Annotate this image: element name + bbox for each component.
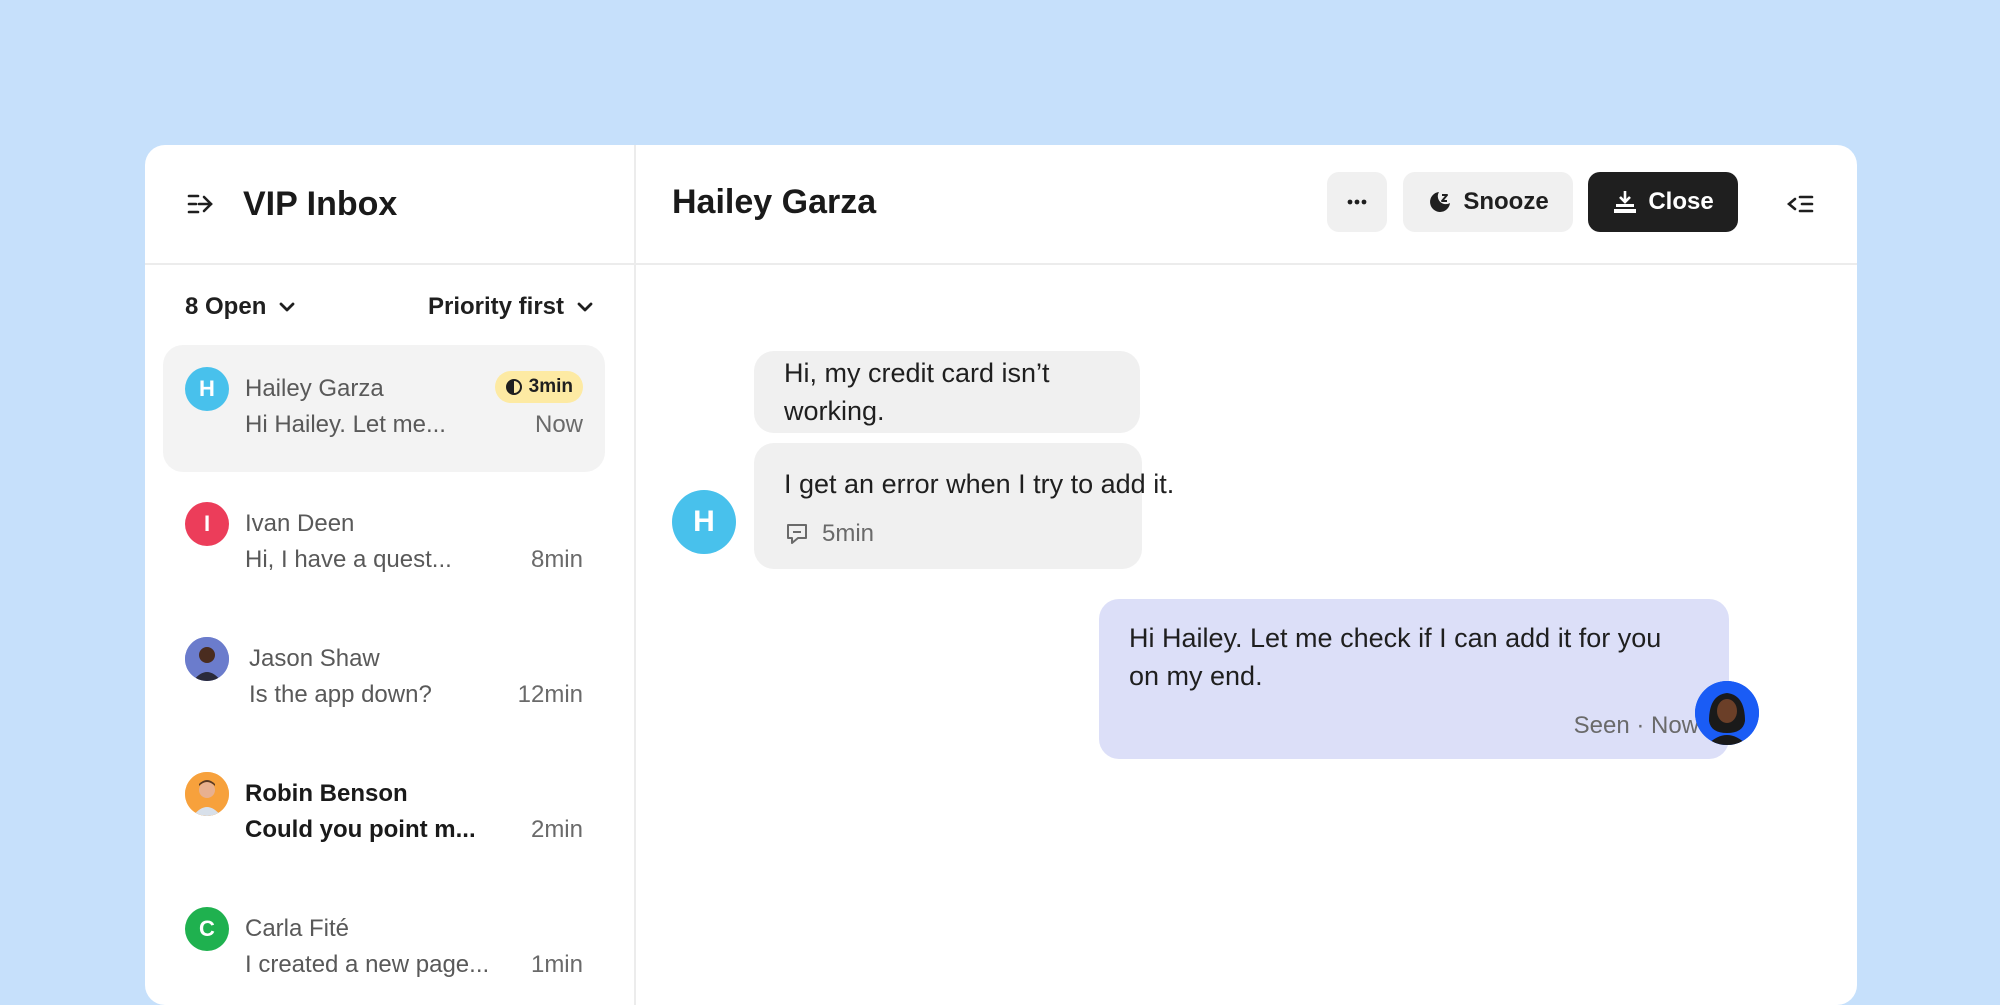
message-status: Seen · Now xyxy=(1573,712,1699,739)
message-text: Hi, my credit card isn’t working. xyxy=(784,358,1050,426)
sort-label: Priority first xyxy=(427,293,564,320)
conversation-header: Hailey Garza Snooze Close xyxy=(636,145,1857,265)
conversation-preview: Could you point m... xyxy=(245,816,476,843)
inbox-title: VIP Inbox xyxy=(243,184,398,223)
conversation-list-panel: VIP Inbox 8 Open Priority first H Hailey… xyxy=(145,145,636,1005)
avatar: C xyxy=(185,907,229,951)
conversation-time: 1min xyxy=(530,951,583,978)
more-dots-icon xyxy=(1347,199,1367,205)
app-window: VIP Inbox 8 Open Priority first H Hailey… xyxy=(145,145,1857,1005)
conversation-item[interactable]: Robin Benson Could you point m... 2min xyxy=(163,750,605,877)
conversation-preview: Is the app down? xyxy=(249,681,432,708)
status-filter-dropdown[interactable]: 8 Open xyxy=(185,293,296,321)
outgoing-message: Hi Hailey. Let me check if I can add it … xyxy=(1099,599,1729,759)
expand-menu-icon[interactable] xyxy=(185,188,217,220)
half-circle-timer-icon xyxy=(505,379,522,395)
conversation-panel: Hailey Garza Snooze Close Hi, my credit … xyxy=(636,145,1857,1005)
snooze-moon-icon xyxy=(1430,192,1451,212)
incoming-message: Hi, my credit card isn’t working. xyxy=(754,351,1140,433)
archive-download-icon xyxy=(1614,191,1637,213)
customer-avatar: H xyxy=(672,490,736,554)
conversation-name: Jason Shaw xyxy=(249,645,380,672)
conversation-item[interactable]: C Carla Fité I created a new page... 1mi… xyxy=(163,885,605,1005)
close-label: Close xyxy=(1648,188,1714,215)
avatar-photo xyxy=(185,637,229,681)
message-text: Hi Hailey. Let me check if I can add it … xyxy=(1129,623,1662,691)
avatar: I xyxy=(185,502,229,546)
chevron-down-icon xyxy=(577,302,593,312)
more-options-button[interactable] xyxy=(1327,172,1387,232)
incoming-message: I get an error when I try to add it. 5mi… xyxy=(754,443,1174,569)
agent-photo-icon xyxy=(1695,681,1759,745)
status-filter-label: 8 Open xyxy=(185,293,267,320)
avatar: H xyxy=(185,367,229,411)
contact-name: Hailey Garza xyxy=(672,183,877,221)
sla-badge: 3min xyxy=(494,371,583,403)
snooze-button[interactable]: Snooze xyxy=(1403,172,1573,232)
conversation-name: Ivan Deen xyxy=(245,510,355,537)
conversation-name: Carla Fité xyxy=(245,915,350,942)
conversation-time: 8min xyxy=(530,546,583,573)
message-text: I get an error when I try to add it. xyxy=(784,469,1175,499)
conversation-time: 2min xyxy=(530,816,583,843)
inbox-header: VIP Inbox xyxy=(145,145,634,265)
conversation-item[interactable]: Jason Shaw Is the app down? 12min xyxy=(163,615,605,742)
agent-avatar xyxy=(1695,681,1759,745)
conversation-preview: Hi, I have a quest... xyxy=(245,546,452,573)
message-meta: 5min xyxy=(784,515,874,553)
conversation-item[interactable]: H Hailey Garza 3min Hi Hailey. Let me...… xyxy=(163,345,605,472)
conversation-time: Now xyxy=(534,411,583,438)
conversation-preview: I created a new page... xyxy=(245,951,490,978)
conversation-preview: Hi Hailey. Let me... xyxy=(245,411,446,438)
avatar-photo xyxy=(185,772,229,816)
sla-badge-label: 3min xyxy=(528,376,573,397)
conversation-time: 12min xyxy=(517,681,583,708)
conversation-item[interactable]: I Ivan Deen Hi, I have a quest... 8min xyxy=(163,480,605,607)
person-photo-icon xyxy=(185,637,229,681)
message-time: 5min xyxy=(822,520,875,547)
person-photo-icon xyxy=(185,772,229,816)
chat-bubble-icon xyxy=(787,524,807,544)
conversation-name: Robin Benson xyxy=(245,780,408,807)
sort-dropdown[interactable]: Priority first xyxy=(428,293,594,321)
conversation-list: H Hailey Garza 3min Hi Hailey. Let me...… xyxy=(163,345,605,1005)
chevron-down-icon xyxy=(279,302,295,312)
list-filters: 8 Open Priority first xyxy=(185,293,594,321)
conversation-name: Hailey Garza xyxy=(245,375,384,402)
collapse-panel-icon[interactable] xyxy=(1786,189,1816,219)
snooze-label: Snooze xyxy=(1463,188,1549,215)
close-conversation-button[interactable]: Close xyxy=(1588,172,1738,232)
